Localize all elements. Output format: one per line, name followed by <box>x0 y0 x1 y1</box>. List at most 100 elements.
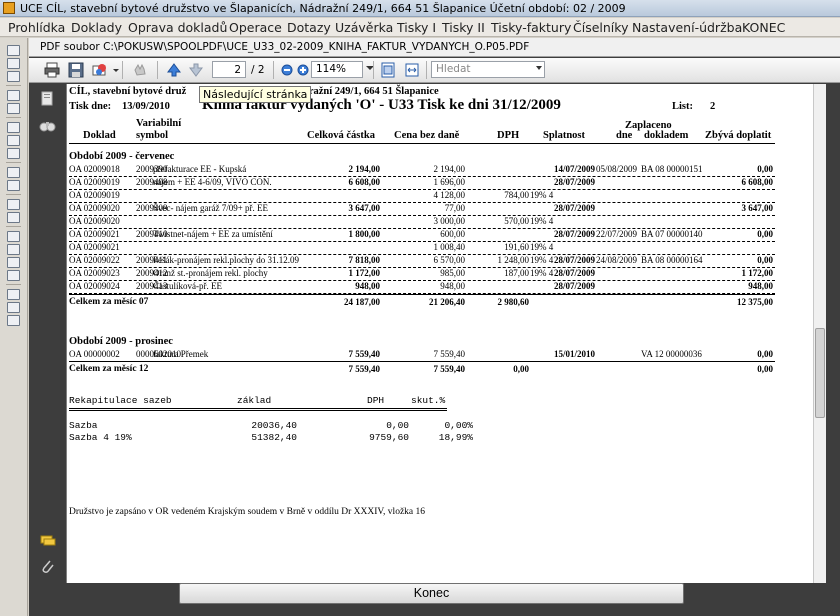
row-paid-date: 24/08/2009 <box>596 255 638 265</box>
month-total-zbyva: 0,00 <box>757 364 773 374</box>
registration-footer: Družstvo je zapsáno v OR vedeném Krajský… <box>69 507 426 517</box>
tools-icon[interactable] <box>7 315 20 326</box>
zoom-select[interactable]: 114% <box>311 61 363 78</box>
month-total-celkem: 24 187,00 <box>344 297 380 307</box>
preview-icon[interactable] <box>7 103 20 114</box>
page-number-input[interactable] <box>212 61 246 78</box>
copy-icon[interactable] <box>7 135 20 146</box>
menu-oprava-dokladu[interactable]: Oprava dokladů <box>128 20 227 35</box>
row-vat-amount: 570,00 <box>504 216 529 226</box>
header-rule <box>69 143 775 144</box>
row-net-amount: 3 000,00 <box>433 216 466 226</box>
sheet-label: List: <box>672 101 693 112</box>
open-icon[interactable] <box>7 58 20 69</box>
row-total-amount: 1 172,00 <box>348 268 381 278</box>
row-total-amount: 7 818,00 <box>348 255 381 265</box>
pdf-file-title-bar: PDF soubor C:\POKUSW\SPOOLPDF\UCE_U33_02… <box>29 38 840 57</box>
pdf-page: CÍL, stavební bytové druž dražní 249/1, … <box>67 84 813 583</box>
month-total-celkem: 7 559,40 <box>348 364 381 374</box>
menu-ciselniky[interactable]: Číselníky <box>573 20 628 35</box>
pdf-toolbar: / 2 114% Hledat <box>29 58 840 83</box>
row-doklad: OA 02009018 <box>69 164 120 174</box>
chevron-down-icon[interactable] <box>536 66 542 70</box>
window-title: UCE CÍL, stavební bytové družstvo ve Šla… <box>20 2 626 15</box>
month-total-cena: 21 206,40 <box>429 297 465 307</box>
next-page-icon[interactable] <box>187 61 207 79</box>
hand-tool-icon[interactable] <box>131 61 151 79</box>
table-icon[interactable] <box>7 257 20 268</box>
row-due-date: 28/07/2009 <box>554 203 596 213</box>
print-date: 13/09/2010 <box>122 101 170 112</box>
row-net-amount: 600,00 <box>440 229 465 239</box>
pdf-page-area[interactable]: CÍL, stavební bytové druž dražní 249/1, … <box>66 84 824 583</box>
row-remaining: 6 608,00 <box>741 177 774 187</box>
row-doklad: OA 02009019 <box>69 190 120 200</box>
row-vat-amount: 187,00 <box>504 268 529 278</box>
row-paid-date: 22/07/2009 <box>596 229 638 239</box>
sheet-number: 2 <box>710 101 716 112</box>
previous-page-icon[interactable] <box>165 61 185 79</box>
cut-icon[interactable] <box>7 122 20 133</box>
vertical-scrollbar[interactable] <box>813 84 826 583</box>
page-thumbnails-icon[interactable] <box>39 90 56 107</box>
binoculars-icon[interactable] <box>39 117 56 134</box>
chart-icon[interactable] <box>7 302 20 313</box>
col-header-dph: DPH <box>497 130 520 141</box>
alert-icon[interactable] <box>7 199 20 210</box>
print-date-label: Tisk dne: <box>69 101 112 112</box>
save-icon[interactable] <box>67 61 87 79</box>
row-net-amount: 985,00 <box>440 268 465 278</box>
form-icon[interactable] <box>7 231 20 242</box>
menu-tisky-faktury[interactable]: Tisky-faktury <box>491 20 571 35</box>
calculator-icon[interactable] <box>7 244 20 255</box>
row-remaining: 0,00 <box>757 229 773 239</box>
row-due-date: 28/07/2009 <box>554 268 596 278</box>
menu-tisky-1[interactable]: Tisky I <box>397 20 436 35</box>
row-doklad: OA 02009022 <box>69 255 120 265</box>
menu-bar: Prohlídka Doklady Oprava dokladů Operace… <box>0 18 840 37</box>
row-net-amount: 6 570,00 <box>433 255 466 265</box>
new-doc-icon[interactable] <box>7 45 20 56</box>
menu-uzaverka[interactable]: Uzávěrka <box>335 20 393 35</box>
print-icon[interactable] <box>7 90 20 101</box>
scrollbar-thumb[interactable] <box>815 328 825 418</box>
fit-page-icon[interactable] <box>379 61 399 79</box>
menu-tisky-2[interactable]: Tisky II <box>442 20 485 35</box>
recap-header-label: Rekapitulace sazeb <box>69 395 172 406</box>
chevron-down-icon[interactable] <box>113 69 119 72</box>
period-heading: Období 2009 - prosinec <box>69 336 173 347</box>
menu-doklady[interactable]: Doklady <box>71 20 122 35</box>
window-titlebar: UCE CÍL, stavební bytové družstvo ve Šla… <box>0 0 840 17</box>
edit-icon[interactable] <box>7 212 20 223</box>
row-remaining: 3 647,00 <box>741 203 774 213</box>
search-input[interactable]: Hledat <box>431 61 545 78</box>
row-remaining: 0,00 <box>757 255 773 265</box>
fit-width-icon[interactable] <box>403 61 423 79</box>
col-header-variabilni: Variabilní <box>136 118 182 129</box>
save-icon[interactable] <box>7 71 20 82</box>
row-doklad: OA 02009021 <box>69 229 120 239</box>
menu-prohlidka[interactable]: Prohlídka <box>8 20 65 35</box>
row-net-amount: 948,00 <box>440 281 465 291</box>
paste-icon[interactable] <box>7 148 20 159</box>
recap-header-skut: skut.% <box>411 395 446 406</box>
menu-konec[interactable]: KONEC <box>742 20 785 35</box>
col-header-cena: Cena bez daně <box>394 130 460 141</box>
close-button[interactable]: Konec <box>179 583 684 604</box>
comments-icon[interactable] <box>39 532 56 549</box>
email-attach-icon[interactable] <box>91 61 111 79</box>
row-net-amount: 1 008,40 <box>433 242 466 252</box>
attachment-icon[interactable] <box>39 558 56 575</box>
undo-icon[interactable] <box>7 167 20 178</box>
recap-header-dph: DPH <box>367 395 385 406</box>
redo-icon[interactable] <box>7 180 20 191</box>
menu-nastaveni-udrzba[interactable]: Nastavení-údržba <box>632 20 742 35</box>
transfer-icon[interactable] <box>7 289 20 300</box>
tooltip: Následující stránka <box>199 86 312 103</box>
menu-operace[interactable]: Operace <box>229 20 282 35</box>
print-icon[interactable] <box>43 61 63 79</box>
row-net-amount: 7 559,40 <box>433 349 466 359</box>
row-total-amount: 2 194,00 <box>348 164 381 174</box>
search-doc-icon[interactable] <box>7 270 20 281</box>
menu-dotazy[interactable]: Dotazy <box>287 20 331 35</box>
